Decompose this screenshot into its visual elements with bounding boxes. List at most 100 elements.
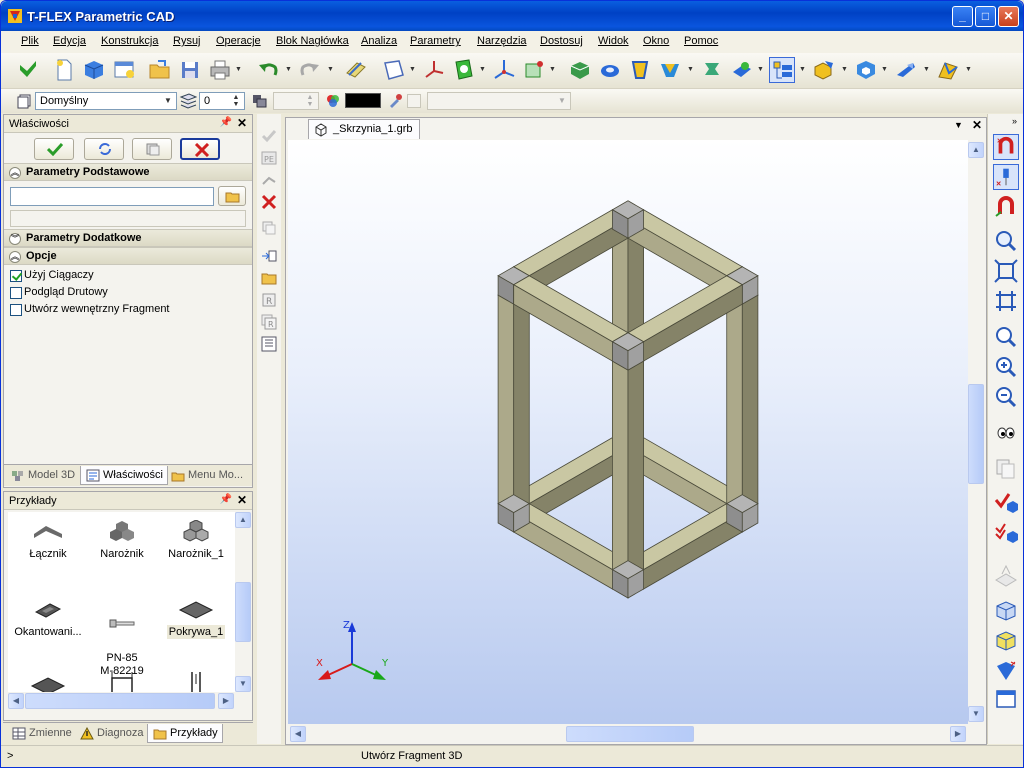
tree-icon[interactable] [261, 336, 277, 352]
close-panel-icon[interactable]: ✕ [237, 116, 247, 130]
option-wireframe-preview[interactable]: Podgląd Drutowy [4, 284, 252, 301]
title-bar[interactable]: T-FLEX Parametric CAD _ □ ✕ [1, 1, 1023, 31]
checkbox[interactable] [10, 304, 22, 316]
print-dropdown-icon[interactable]: ▼ [235, 66, 242, 73]
edit-properties-icon[interactable] [343, 57, 369, 83]
cancel-button[interactable] [180, 138, 220, 160]
reference-copy-icon[interactable]: R [261, 314, 277, 330]
blend-dropdown-icon[interactable]: ▼ [923, 66, 930, 73]
example-item-selected[interactable]: Pokrywa_1 [158, 598, 234, 639]
viewport-vertical-scrollbar[interactable]: ▲ ▼ [968, 140, 984, 724]
check-body-icon[interactable] [993, 488, 1019, 514]
eyedropper-icon[interactable] [387, 93, 403, 109]
node-icon[interactable] [521, 57, 547, 83]
fit-all-icon[interactable] [993, 258, 1019, 284]
eyes-icon[interactable] [993, 420, 1019, 446]
redo-dropdown-icon[interactable]: ▼ [327, 66, 334, 73]
chamfer-icon[interactable] [935, 57, 961, 83]
3d-viewport[interactable]: Z X Y [288, 140, 968, 724]
examples-vertical-scrollbar[interactable]: ▲ ▼ [235, 512, 251, 692]
scroll-left-icon[interactable]: ◀ [8, 693, 24, 709]
fit-window-icon[interactable] [993, 288, 1019, 314]
redo-icon[interactable] [297, 57, 323, 83]
node-dropdown-icon[interactable]: ▼ [549, 66, 556, 73]
undo-dropdown-icon[interactable]: ▼ [285, 66, 292, 73]
tab-examples[interactable]: Przykłady [147, 724, 223, 743]
style-checkbox[interactable] [407, 94, 421, 108]
chamfer-dropdown-icon[interactable]: ▼ [965, 66, 972, 73]
confirm-icon[interactable] [15, 57, 41, 83]
template-icon[interactable] [111, 57, 137, 83]
view-shaded-icon[interactable] [993, 658, 1019, 684]
tab-diagnostics[interactable]: Diagnoza [75, 724, 147, 743]
section-plane-icon[interactable] [993, 562, 1019, 588]
check-all-icon[interactable] [993, 518, 1019, 544]
menu-pomoc[interactable]: Pomoc [684, 35, 718, 47]
menu-edycja[interactable]: Edycja [53, 35, 86, 47]
option-use-pullers[interactable]: Użyj Ciągaczy [4, 267, 252, 284]
example-item[interactable]: Narożnik [84, 520, 160, 561]
close-window-button[interactable]: ✕ [998, 6, 1019, 27]
tab-model-3d[interactable]: Model 3D [6, 466, 79, 485]
checkbox[interactable] [10, 287, 22, 299]
scroll-up-icon[interactable]: ▲ [968, 142, 984, 158]
undo-icon[interactable] [255, 57, 281, 83]
scroll-down-icon[interactable]: ▼ [968, 706, 984, 722]
scroll-down-icon[interactable]: ▼ [235, 676, 251, 692]
zoom-window-icon[interactable] [993, 228, 1019, 254]
scroll-left-icon[interactable]: ◀ [290, 726, 306, 742]
reference-icon[interactable]: R [261, 292, 277, 308]
pin-icon[interactable]: 📌 [220, 494, 232, 505]
scroll-thumb[interactable] [566, 726, 694, 742]
link-icon[interactable] [261, 172, 277, 188]
minimize-button[interactable]: _ [952, 6, 973, 27]
workplane-dropdown-icon[interactable]: ▼ [409, 66, 416, 73]
copy-body-icon[interactable] [811, 57, 837, 83]
scroll-thumb[interactable] [25, 693, 215, 709]
menu-analiza[interactable]: Analiza [361, 35, 397, 47]
section-options[interactable]: ︽ Opcje [4, 247, 252, 265]
menu-narzedzia[interactable]: Narzędzia [477, 35, 527, 47]
spiral-icon[interactable] [699, 57, 725, 83]
maximize-button[interactable]: □ [975, 6, 996, 27]
parameters-icon[interactable]: PE [261, 150, 277, 166]
folder-icon[interactable] [261, 270, 277, 286]
ok-button[interactable] [34, 138, 74, 160]
open-file-icon[interactable] [147, 57, 173, 83]
scroll-thumb[interactable] [235, 582, 251, 642]
tab-variables[interactable]: Zmienne [7, 724, 76, 743]
checkbox-checked[interactable] [10, 270, 22, 282]
copy-dropdown-icon[interactable]: ▼ [841, 66, 848, 73]
menu-blok-naglowka[interactable]: Blok Nagłówka [276, 35, 349, 47]
boolean-dropdown-icon[interactable]: ▼ [757, 66, 764, 73]
priority-stepper[interactable]: ▲ ▼ [273, 92, 319, 110]
boolean-icon[interactable] [729, 57, 755, 83]
magnet-snap-icon[interactable] [993, 134, 1019, 160]
pin-snap-icon[interactable] [993, 164, 1019, 190]
pin-icon[interactable]: 📌 [220, 117, 232, 128]
example-item[interactable]: Łącznik [10, 520, 86, 561]
scroll-thumb[interactable] [968, 384, 984, 484]
example-item[interactable] [158, 670, 234, 692]
rotation-icon[interactable] [597, 57, 623, 83]
array-dropdown-icon[interactable]: ▼ [881, 66, 888, 73]
example-item[interactable] [10, 674, 86, 692]
menu-operacje[interactable]: Operacje [216, 35, 261, 47]
zoom-icon[interactable] [993, 324, 1019, 350]
loft-icon[interactable] [627, 57, 653, 83]
example-item[interactable]: Narożnik_1 [158, 520, 234, 561]
section-basic-params[interactable]: ︽ Parametry Podstawowe [4, 163, 252, 181]
save-icon[interactable] [177, 57, 203, 83]
fragment-file-input[interactable] [10, 187, 214, 206]
new-3d-model-icon[interactable] [81, 57, 107, 83]
scroll-right-icon[interactable]: ▶ [218, 693, 234, 709]
option-internal-fragment[interactable]: Utwórz wewnętrzny Fragment [4, 301, 252, 318]
example-item[interactable]: PN-85 M-82219 [84, 598, 160, 678]
profile-icon[interactable] [451, 57, 477, 83]
profile-dropdown-icon[interactable]: ▼ [479, 66, 486, 73]
menu-okno[interactable]: Okno [643, 35, 669, 47]
preview-button[interactable] [132, 138, 172, 160]
zoom-previous-icon[interactable] [993, 384, 1019, 410]
array-icon[interactable] [853, 57, 879, 83]
fragment-3d-icon[interactable] [769, 57, 795, 83]
